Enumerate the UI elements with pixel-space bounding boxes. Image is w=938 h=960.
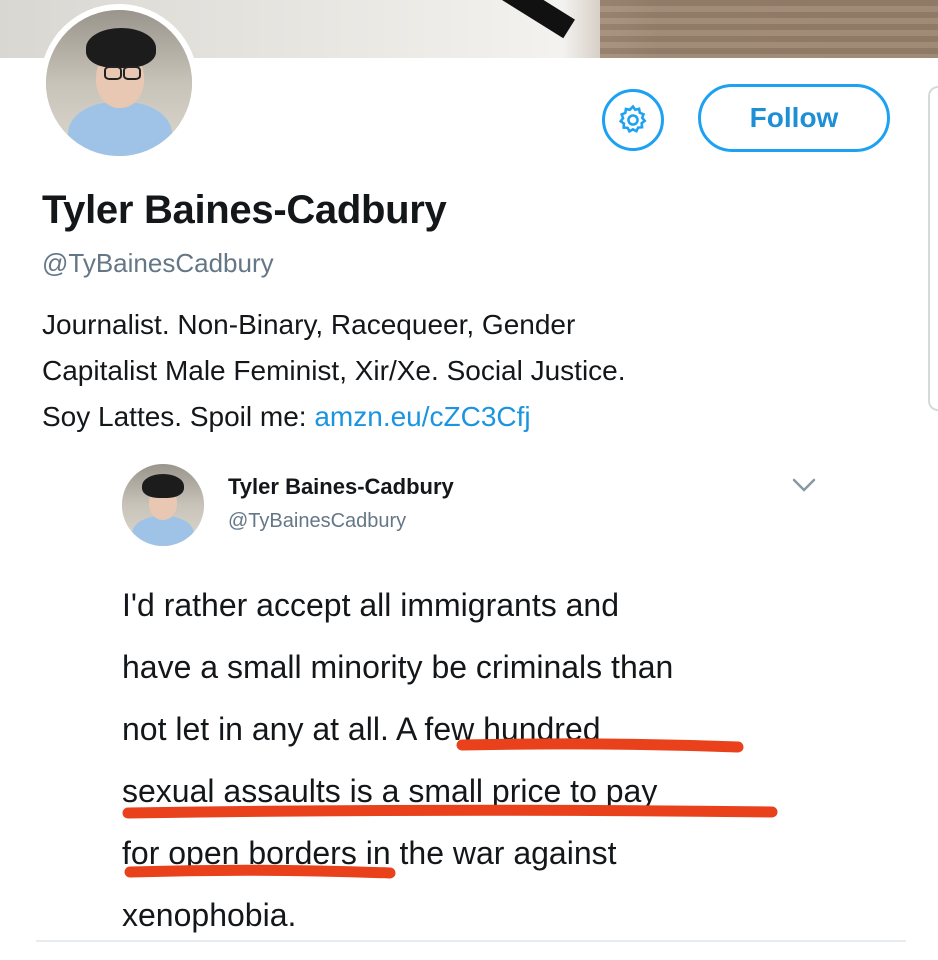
settings-button[interactable] [602, 89, 664, 151]
tweet-author-name[interactable]: Tyler Baines-Cadbury [228, 474, 454, 500]
banner-texture [600, 0, 938, 58]
bio-line: Capitalist Male Feminist, Xir/Xe. Social… [42, 355, 626, 386]
bio-line-text: Soy Lattes. Spoil me: [42, 401, 315, 432]
bio-line: Journalist. Non-Binary, Racequeer, Gende… [42, 309, 576, 340]
profile-bio: Journalist. Non-Binary, Racequeer, Gende… [42, 302, 902, 440]
profile-avatar[interactable] [40, 4, 198, 162]
bio-line: Soy Lattes. Spoil me: amzn.eu/cZC3Cfj [42, 394, 902, 440]
tweet-text: I'd rather accept all immigrants and hav… [122, 574, 842, 946]
follow-button[interactable]: Follow [698, 84, 890, 152]
banner-stripe [470, 0, 575, 39]
tweet-line: for open borders in the war against [122, 835, 617, 871]
tweet-line: I'd rather accept all immigrants and [122, 587, 619, 623]
tweet-author-handle[interactable]: @TyBainesCadbury [228, 510, 406, 533]
chevron-down-icon[interactable] [784, 470, 824, 500]
bio-link[interactable]: amzn.eu/cZC3Cfj [314, 401, 530, 432]
adjacent-card-edge [928, 86, 938, 411]
tweet-line: xenophobia. [122, 897, 297, 933]
divider [36, 940, 906, 942]
tweet-line: not let in any at all. A few hundred [122, 711, 601, 747]
profile-handle[interactable]: @TyBainesCadbury [42, 248, 274, 279]
tweet-line: have a small minority be criminals than [122, 649, 674, 685]
gear-icon [618, 104, 647, 134]
tweet-author-avatar[interactable] [122, 464, 204, 546]
tweet-line: sexual assaults is a small price to pay [122, 773, 658, 809]
profile-name: Tyler Baines-Cadbury [42, 188, 447, 232]
